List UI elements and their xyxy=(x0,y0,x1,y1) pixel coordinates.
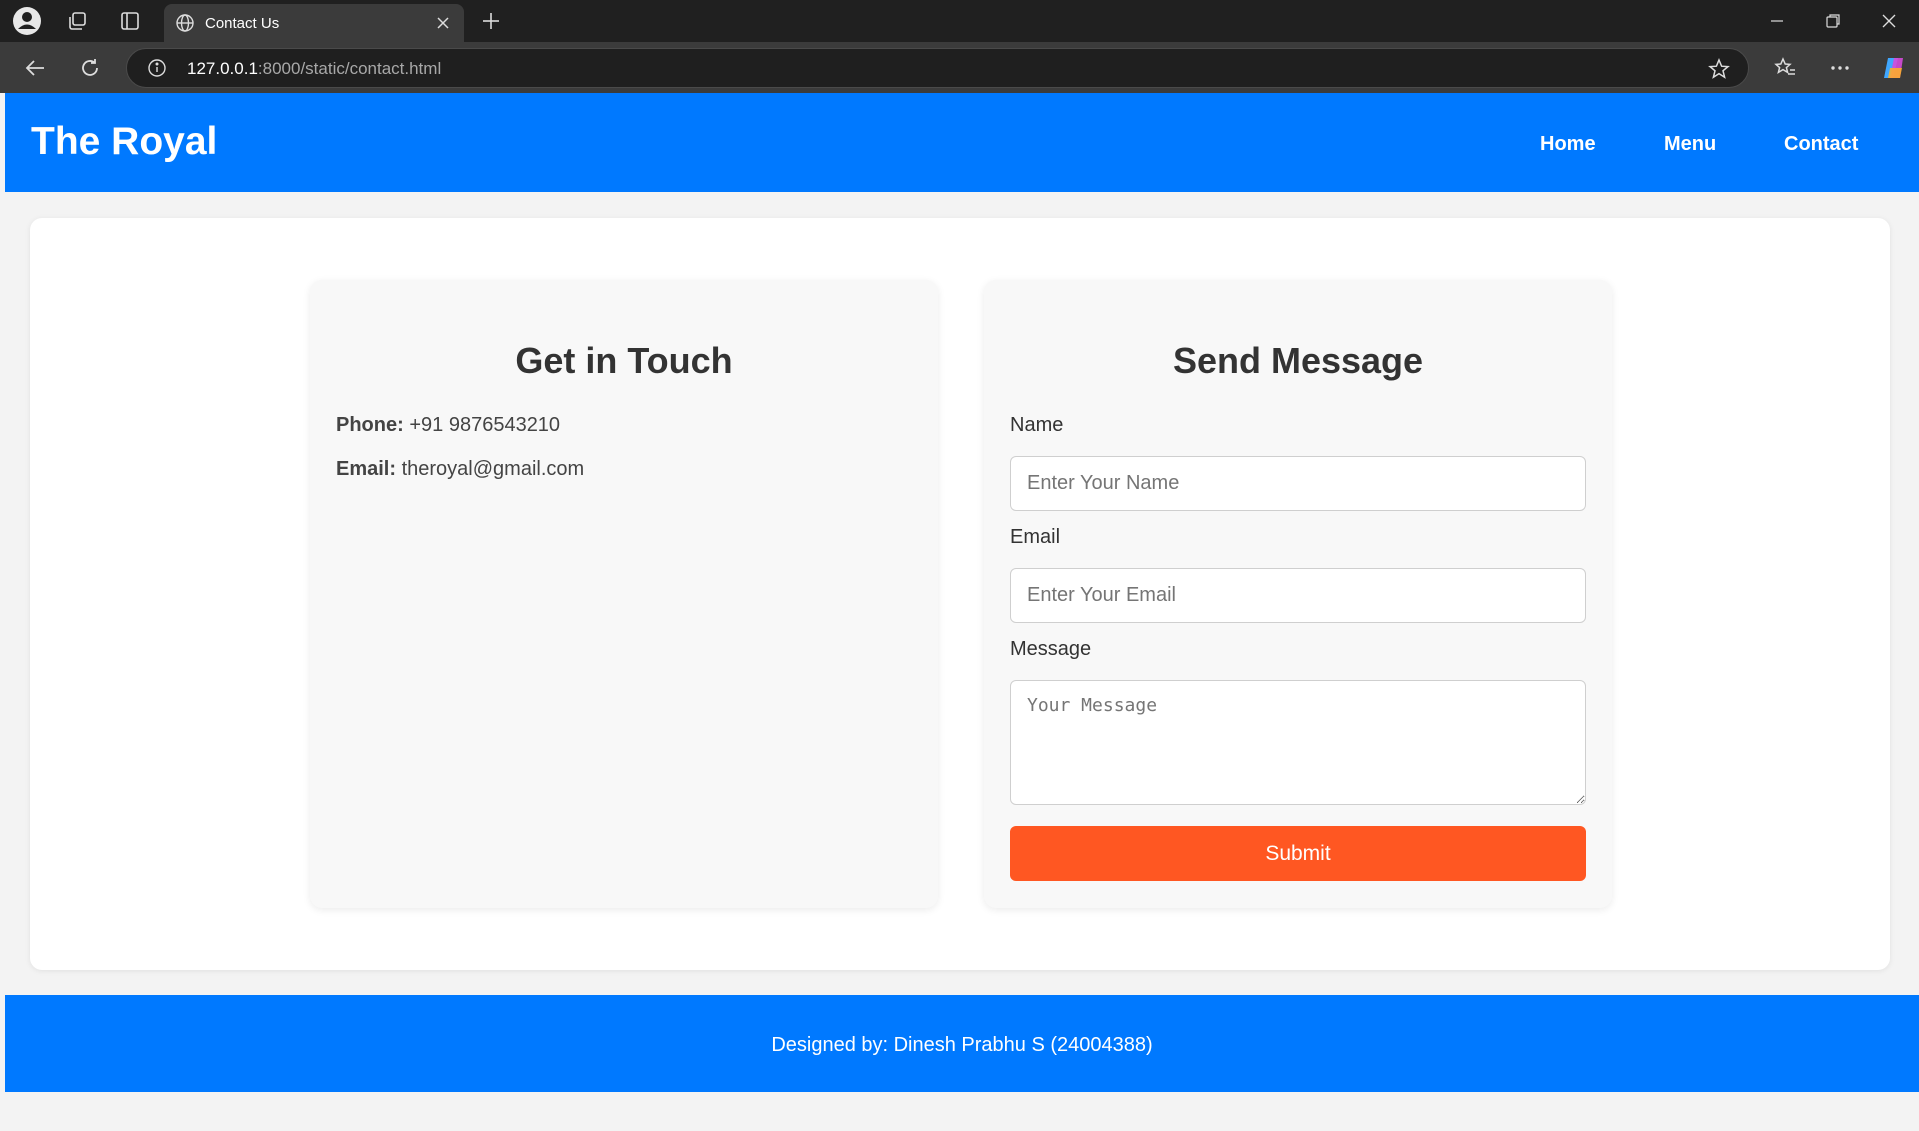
browser-tab-active[interactable]: Contact Us xyxy=(164,4,464,42)
contact-info-card: Get in Touch Phone: +91 9876543210 Email… xyxy=(310,280,938,908)
submit-button[interactable]: Submit xyxy=(1010,826,1586,881)
web-page: The Royal Home Menu Contact Get in Touch… xyxy=(5,93,1919,1131)
copilot-icon[interactable] xyxy=(1876,50,1912,86)
nav-link-menu[interactable]: Menu xyxy=(1664,133,1716,156)
name-input[interactable] xyxy=(1010,456,1586,511)
browser-toolbar: 127.0.0.1:8000/static/contact.html xyxy=(0,42,1919,93)
address-bar[interactable]: 127.0.0.1:8000/static/contact.html xyxy=(126,48,1749,88)
email-input[interactable] xyxy=(1010,568,1586,623)
message-textarea[interactable] xyxy=(1010,680,1586,805)
browser-titlebar: Contact Us xyxy=(0,0,1919,42)
email-value: theroyal@gmail.com xyxy=(401,458,585,480)
phone-value: +91 9876543210 xyxy=(409,414,561,436)
close-tab-icon[interactable] xyxy=(430,10,456,36)
url-path: :8000/static/contact.html xyxy=(257,59,442,78)
restore-icon[interactable] xyxy=(1805,0,1861,42)
send-message-title: Send Message xyxy=(1172,340,1424,381)
message-label: Message xyxy=(1010,638,1092,660)
email-line: Email: theroyal@gmail.com xyxy=(336,458,584,481)
tab-title: Contact Us xyxy=(205,15,280,32)
site-brand[interactable]: The Royal xyxy=(31,120,217,164)
phone-line: Phone: +91 9876543210 xyxy=(336,414,560,437)
favorites-icon[interactable] xyxy=(1767,50,1803,86)
vertical-tabs-icon[interactable] xyxy=(115,6,145,36)
workspaces-icon[interactable] xyxy=(62,6,92,36)
email-label: Email: xyxy=(336,458,397,480)
new-tab-icon[interactable] xyxy=(476,6,506,36)
send-message-card: Send Message Name Email Message Submit xyxy=(984,280,1612,908)
url-text[interactable]: 127.0.0.1:8000/static/contact.html xyxy=(187,59,441,79)
phone-label: Phone: xyxy=(336,414,404,436)
refresh-icon[interactable] xyxy=(72,50,108,86)
nav-link-home[interactable]: Home xyxy=(1540,133,1596,156)
name-label: Name xyxy=(1010,414,1064,436)
profile-icon[interactable] xyxy=(12,6,42,36)
url-host: 127.0.0.1 xyxy=(187,59,258,78)
globe-icon xyxy=(175,13,195,38)
footer-credit: Designed by: Dinesh Prabhu S (24004388) xyxy=(771,1034,1153,1056)
favorite-star-icon[interactable] xyxy=(1708,58,1730,85)
back-icon[interactable] xyxy=(17,50,53,86)
minimize-icon[interactable] xyxy=(1749,0,1805,42)
contact-info-title: Get in Touch xyxy=(515,340,733,381)
close-window-icon[interactable] xyxy=(1861,0,1917,42)
site-footer: Designed by: Dinesh Prabhu S (24004388) xyxy=(5,995,1919,1092)
site-info-icon[interactable] xyxy=(147,58,167,83)
email-field-label: Email xyxy=(1010,526,1061,548)
content-panel: Get in Touch Phone: +91 9876543210 Email… xyxy=(30,218,1890,970)
site-navbar: The Royal Home Menu Contact xyxy=(5,93,1919,192)
nav-link-contact[interactable]: Contact xyxy=(1784,133,1858,156)
more-options-icon[interactable] xyxy=(1822,50,1858,86)
